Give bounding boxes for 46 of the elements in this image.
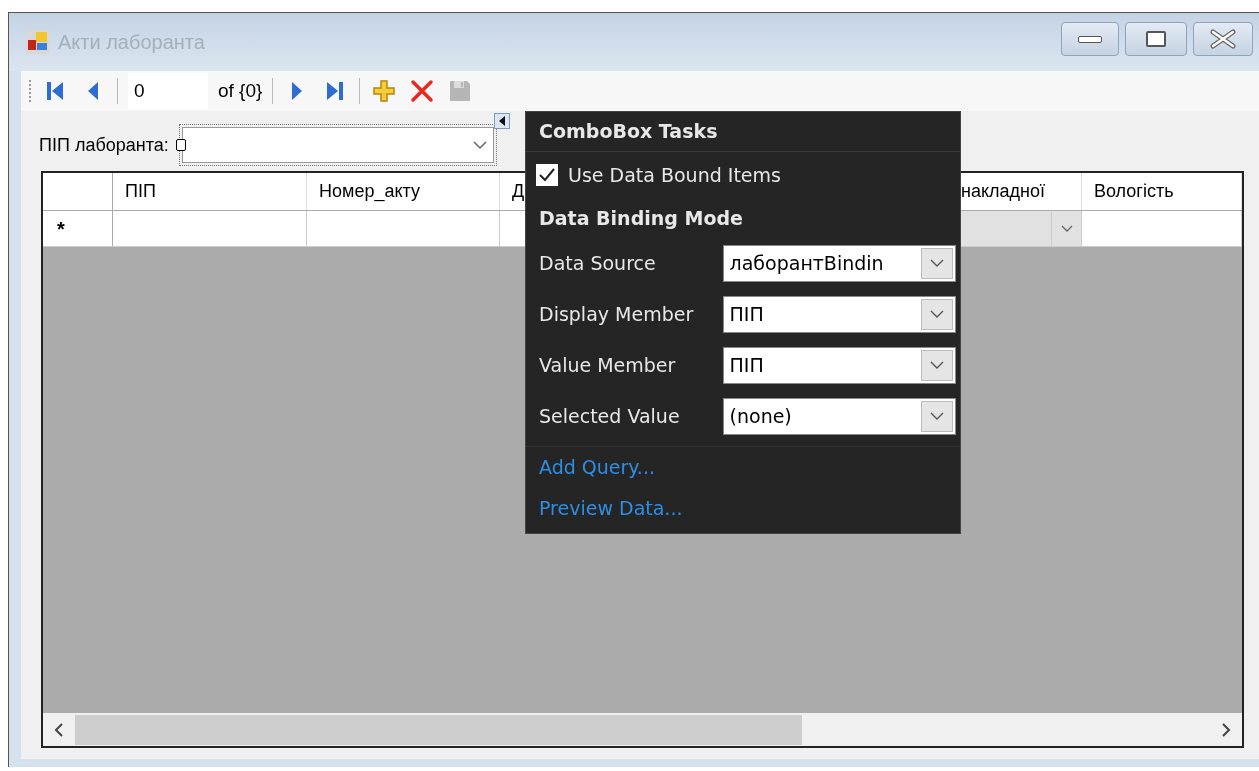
- previous-icon: [86, 80, 100, 102]
- horizontal-scrollbar[interactable]: [43, 713, 1242, 746]
- checkbox[interactable]: [536, 164, 558, 186]
- resize-handle[interactable]: [175, 139, 186, 151]
- chevron-icon: [1060, 224, 1073, 233]
- checkbox-label: Use Data Bound Items: [568, 162, 781, 188]
- position-field[interactable]: 0: [128, 73, 208, 109]
- check-icon: [538, 167, 556, 183]
- field-label: Display Member: [539, 302, 695, 328]
- link[interactable]: Preview Data...: [539, 493, 683, 522]
- chevron-icon: [930, 412, 944, 421]
- app-icon: [26, 30, 50, 54]
- column-header[interactable]: Д: [512, 178, 525, 205]
- delete-icon: [410, 79, 435, 103]
- chevron-icon: [930, 361, 944, 370]
- chevron-icon: [472, 140, 487, 150]
- field-label: ПІП лаборанта:: [39, 133, 169, 157]
- close-icon: [1209, 29, 1237, 49]
- link[interactable]: Add Query...: [539, 453, 655, 482]
- save-icon: [449, 80, 472, 102]
- dropdown-field[interactable]: (none): [722, 398, 956, 435]
- scroll-left-icon[interactable]: [53, 722, 65, 737]
- scroll-right-icon[interactable]: [1220, 722, 1232, 737]
- field-label: Data Source: [539, 251, 657, 277]
- dropdown-field[interactable]: ПІП: [722, 347, 956, 384]
- column-header[interactable]: накладної: [961, 178, 1045, 205]
- first-icon: [44, 80, 66, 102]
- caret-icon: [497, 116, 506, 126]
- panel-title: ComboBox Tasks: [526, 112, 960, 152]
- field-label: Value Member: [539, 353, 677, 379]
- section-heading: Data Binding Mode: [538, 205, 744, 231]
- close-button[interactable]: [1193, 22, 1253, 56]
- scroll-thumb[interactable]: [75, 714, 802, 745]
- plus-icon: [372, 79, 397, 103]
- column-header[interactable]: Номер_акту: [319, 178, 420, 205]
- maximize-button[interactable]: [1125, 22, 1187, 56]
- column-header[interactable]: Вологість: [1094, 178, 1174, 205]
- chevron-icon: [930, 310, 944, 319]
- chevron-icon: [930, 259, 944, 268]
- minimize-button[interactable]: [1061, 22, 1119, 56]
- dropdown-field[interactable]: лаборантBindin: [722, 245, 956, 282]
- field-label: Selected Value: [539, 404, 681, 430]
- column-header[interactable]: ПІП: [125, 178, 156, 205]
- record-count: of {0}: [218, 78, 263, 103]
- dropdown-field[interactable]: ПІП: [722, 296, 956, 333]
- smart-tag-button[interactable]: [493, 113, 510, 129]
